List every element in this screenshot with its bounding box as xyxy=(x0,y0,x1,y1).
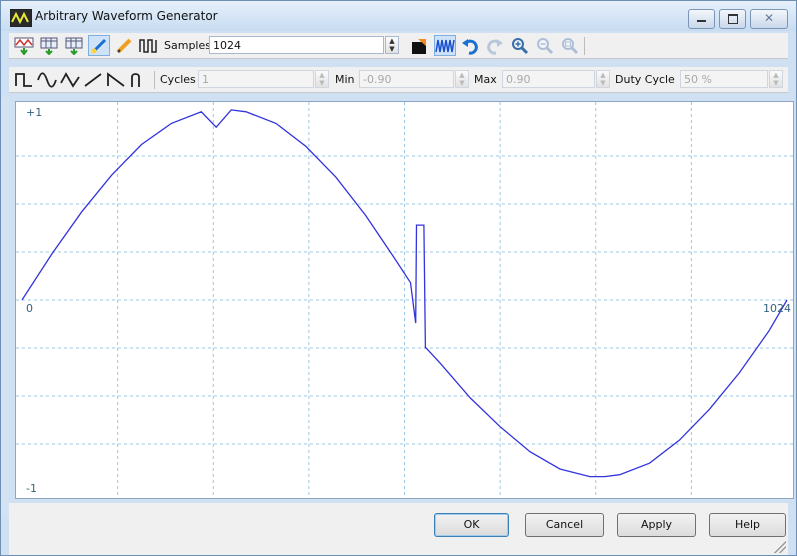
load-waveform-icon xyxy=(14,37,34,55)
y-min-label: -1 xyxy=(26,482,37,495)
min-spinner[interactable]: ▲ ▼ xyxy=(455,70,469,88)
waveform-graph[interactable]: +1 -1 0 1024 xyxy=(15,101,794,499)
ramp-up-icon xyxy=(84,72,102,87)
samples-spinner[interactable]: ▲ ▼ xyxy=(385,36,399,54)
ok-button[interactable]: OK xyxy=(434,513,509,537)
close-icon: ✕ xyxy=(763,11,775,25)
triangle-wave-button[interactable] xyxy=(59,69,81,90)
shape-toolbar: Cycles 1 ▲ ▼ Min -0.90 ▲ ▼ Max 0.90 ▲ ▼ Dut… xyxy=(9,67,788,93)
x-start-label: 0 xyxy=(26,302,33,315)
y-max-label: +1 xyxy=(26,106,43,119)
zoom-fit-button[interactable] xyxy=(559,35,581,56)
cycles-label: Cycles xyxy=(160,73,196,86)
cycles-spinner[interactable]: ▲ ▼ xyxy=(315,70,329,88)
ramp-down-button[interactable] xyxy=(105,69,127,90)
waveform-view-icon xyxy=(435,39,455,52)
dialog-footer: OK Cancel Apply Help xyxy=(9,503,788,555)
import-button[interactable] xyxy=(38,35,60,56)
left-frame xyxy=(1,97,9,517)
min-field[interactable]: -0.90 xyxy=(359,70,454,88)
redo-icon xyxy=(487,38,503,55)
apply-button[interactable]: Apply xyxy=(617,513,696,537)
close-button[interactable]: ✕ xyxy=(750,9,788,29)
max-spinner[interactable]: ▲ ▼ xyxy=(596,70,610,88)
max-label: Max xyxy=(474,73,497,86)
exponential-icon xyxy=(131,72,140,87)
waveform-plot[interactable] xyxy=(16,102,793,498)
help-button[interactable]: Help xyxy=(709,513,786,537)
min-label: Min xyxy=(335,73,355,86)
pencil-icon xyxy=(116,38,132,53)
maximize-icon xyxy=(728,14,738,24)
x-end-label: 1024 xyxy=(763,302,791,315)
export-icon xyxy=(65,37,83,55)
zoom-in-icon xyxy=(512,37,529,54)
import-icon xyxy=(40,37,58,55)
grid-lines xyxy=(16,102,793,498)
cycles-field[interactable]: 1 xyxy=(198,70,314,88)
samples-field[interactable]: 1024 xyxy=(209,36,384,54)
toolbar-separator xyxy=(154,71,155,89)
brush-tool-button[interactable] xyxy=(88,35,110,56)
zoom-in-button[interactable] xyxy=(509,35,531,56)
main-toolbar: Samples 1024 ▲ ▼ xyxy=(9,33,788,59)
maximize-button[interactable] xyxy=(719,9,746,29)
sine-wave-icon xyxy=(37,71,57,88)
zoom-fit-icon xyxy=(562,37,579,54)
triangle-wave-icon xyxy=(60,71,80,88)
color-picker-button[interactable] xyxy=(409,35,431,56)
window-title: Arbitrary Waveform Generator xyxy=(35,9,218,23)
max-field[interactable]: 0.90 xyxy=(502,70,595,88)
minimize-button[interactable] xyxy=(688,9,715,29)
sine-wave-button[interactable] xyxy=(36,69,58,90)
square-wave-icon xyxy=(15,72,32,87)
zoom-out-button[interactable] xyxy=(534,35,556,56)
load-waveform-button[interactable] xyxy=(13,35,35,56)
duty-cycle-label: Duty Cycle xyxy=(615,73,675,86)
pencil-tool-button[interactable] xyxy=(113,35,135,56)
title-bar[interactable]: Arbitrary Waveform Generator ✕ xyxy=(1,1,796,31)
waveform-view-button[interactable] xyxy=(434,35,456,56)
minimize-icon xyxy=(697,20,706,22)
awg-window: Arbitrary Waveform Generator ✕ Samples 1… xyxy=(0,0,797,556)
samples-icon-holder xyxy=(138,35,160,56)
samples-icon xyxy=(139,38,157,53)
duty-cycle-spinner[interactable]: ▲ ▼ xyxy=(769,70,783,88)
color-picker-icon xyxy=(412,38,426,54)
zoom-out-icon xyxy=(537,37,554,54)
exponential-button[interactable] xyxy=(128,69,150,90)
duty-cycle-field[interactable]: 50 % xyxy=(680,70,768,88)
undo-button[interactable] xyxy=(459,35,481,56)
export-button[interactable] xyxy=(63,35,85,56)
resize-grip[interactable] xyxy=(774,541,786,553)
undo-icon xyxy=(462,38,478,55)
toolbar-separator xyxy=(584,37,585,55)
ramp-down-icon xyxy=(107,71,125,87)
samples-label: Samples xyxy=(164,39,211,52)
ramp-up-button[interactable] xyxy=(82,69,104,90)
brush-icon xyxy=(91,38,107,53)
redo-button[interactable] xyxy=(484,35,506,56)
cancel-button[interactable]: Cancel xyxy=(525,513,604,537)
square-wave-button[interactable] xyxy=(13,69,35,90)
app-waveform-icon xyxy=(10,9,32,27)
